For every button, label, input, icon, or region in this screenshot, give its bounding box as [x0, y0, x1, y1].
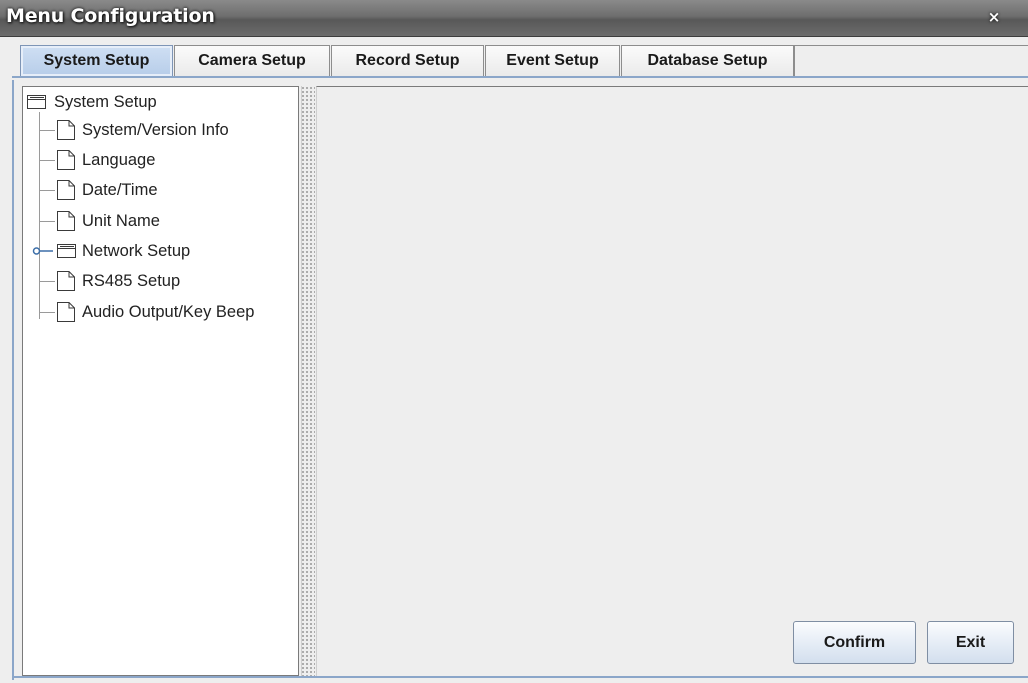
tree-connector-branch — [39, 190, 55, 191]
tree-connector-branch — [39, 160, 55, 161]
content-bottom-border — [14, 676, 1028, 678]
tab-baseline — [12, 76, 1028, 78]
folder-icon — [27, 95, 46, 109]
document-icon — [57, 302, 75, 322]
tab-strip-filler — [794, 45, 1028, 76]
close-icon[interactable]: × — [982, 6, 1006, 28]
tree-connector-branch — [39, 281, 55, 282]
tree-item-label: RS485 Setup — [82, 272, 181, 290]
folder-icon — [57, 244, 76, 258]
settings-detail-panel: Confirm Exit — [316, 86, 1028, 676]
document-icon — [57, 150, 75, 170]
tree-connector-branch — [39, 221, 55, 222]
tree-item-language[interactable]: Language — [57, 148, 293, 172]
tab-content-area: System Setup System/Version Info Languag… — [12, 80, 1028, 680]
tree-connector-branch — [39, 130, 55, 131]
tree-item-label: System/Version Info — [82, 121, 229, 139]
tree-connector-line — [39, 112, 40, 319]
tab-record-setup[interactable]: Record Setup — [331, 45, 484, 76]
split-pane-divider[interactable] — [301, 86, 315, 676]
exit-button[interactable]: Exit — [927, 621, 1014, 664]
document-icon — [57, 180, 75, 200]
tree-item-unit-name[interactable]: Unit Name — [57, 209, 293, 233]
window-title: Menu Configuration — [6, 5, 215, 27]
tree-item-label: Audio Output/Key Beep — [82, 303, 255, 321]
settings-tree[interactable]: System Setup System/Version Info Languag… — [22, 86, 299, 676]
menu-configuration-window: Menu Configuration × System Setup Camera… — [0, 0, 1028, 683]
tree-item-date-time[interactable]: Date/Time — [57, 178, 293, 202]
document-icon — [57, 211, 75, 231]
tree-item-rs485-setup[interactable]: RS485 Setup — [57, 269, 293, 293]
tree-item-label: Unit Name — [82, 212, 160, 230]
tree-item-audio-output-key-beep[interactable]: Audio Output/Key Beep — [57, 300, 297, 324]
document-icon — [57, 271, 75, 291]
tree-connector-branch — [39, 312, 55, 313]
expand-handle-icon[interactable] — [32, 246, 54, 256]
tree-item-label: Network Setup — [82, 242, 191, 260]
tree-item-label: Date/Time — [82, 181, 158, 199]
tab-event-setup[interactable]: Event Setup — [485, 45, 620, 76]
tree-item-label: System Setup — [54, 93, 157, 111]
tab-database-setup[interactable]: Database Setup — [621, 45, 794, 76]
tree-item-system-version-info[interactable]: System/Version Info — [57, 118, 293, 142]
title-bar[interactable]: Menu Configuration × — [0, 0, 1028, 37]
tab-system-setup[interactable]: System Setup — [20, 45, 173, 76]
confirm-button[interactable]: Confirm — [793, 621, 916, 664]
tab-camera-setup[interactable]: Camera Setup — [174, 45, 330, 76]
tree-root-system-setup[interactable]: System Setup — [27, 90, 287, 114]
tree-item-network-setup[interactable]: Network Setup — [57, 239, 293, 263]
document-icon — [57, 120, 75, 140]
tab-strip: System Setup Camera Setup Record Setup E… — [0, 37, 1028, 79]
tree-item-label: Language — [82, 151, 156, 169]
